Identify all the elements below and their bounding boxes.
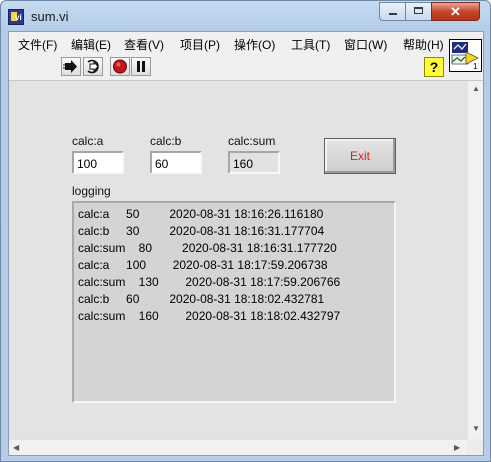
vi-connector-icon[interactable]: 1 xyxy=(449,39,482,72)
pause-button[interactable] xyxy=(131,57,151,76)
menu-file[interactable]: 文件(F) xyxy=(18,36,57,53)
scroll-up-icon[interactable]: ▲ xyxy=(472,85,480,93)
maximize-icon xyxy=(414,7,423,14)
menu-bar: 文件(F) 编辑(E) 查看(V) 项目(P) 操作(O) 工具(T) 窗口(W… xyxy=(9,32,483,54)
calc-sum-indicator: 160 xyxy=(228,151,280,174)
calc-sum-label: calc:sum xyxy=(228,134,276,148)
scrollbar-corner xyxy=(467,439,483,455)
abort-button[interactable] xyxy=(110,57,130,76)
pause-icon xyxy=(137,61,145,72)
vi-icon-graphic: 1 xyxy=(451,41,480,71)
scroll-right-icon[interactable]: ▶ xyxy=(454,444,460,452)
menu-view[interactable]: 查看(V) xyxy=(124,36,164,53)
labview-window: sum.vi ✕ 文件(F) 编辑(E) 查看(V) 项目(P) 操作(O) 工… xyxy=(0,0,491,462)
run-continuously-icon xyxy=(87,59,99,74)
log-line: calc:sum 130 2020-08-31 18:17:59.206766 xyxy=(78,275,341,289)
log-line: calc:sum 80 2020-08-31 18:16:31.177720 xyxy=(78,241,337,255)
menu-tools[interactable]: 工具(T) xyxy=(291,36,330,53)
minimize-button[interactable] xyxy=(379,2,406,21)
menu-window[interactable]: 窗口(W) xyxy=(344,36,387,53)
run-continuously-button[interactable] xyxy=(83,57,103,76)
vertical-scrollbar[interactable]: ▲ ▼ xyxy=(467,81,483,439)
labview-vi-icon xyxy=(8,9,24,25)
close-icon: ✕ xyxy=(450,4,461,19)
log-line: calc:a 50 2020-08-31 18:16:26.116180 xyxy=(78,207,324,221)
menu-operate[interactable]: 操作(O) xyxy=(234,36,275,53)
run-arrow-icon xyxy=(63,60,77,73)
run-button[interactable] xyxy=(61,57,81,76)
log-line: calc:a 100 2020-08-31 18:17:59.206738 xyxy=(78,258,328,272)
scroll-down-icon[interactable]: ▼ xyxy=(472,425,480,433)
front-panel-window: 文件(F) 编辑(E) 查看(V) 项目(P) 操作(O) 工具(T) 窗口(W… xyxy=(8,31,484,456)
vi-icon-number: 1 xyxy=(473,62,478,71)
calc-a-input[interactable]: 100 xyxy=(72,151,124,174)
scroll-left-icon[interactable]: ◀ xyxy=(13,444,19,452)
calc-b-input[interactable]: 60 xyxy=(150,151,202,174)
horizontal-scrollbar[interactable]: ◀ ▶ xyxy=(9,439,467,455)
title-bar[interactable]: sum.vi ✕ xyxy=(1,1,490,31)
menu-edit[interactable]: 编辑(E) xyxy=(71,36,111,53)
window-title: sum.vi xyxy=(31,9,69,24)
menu-help[interactable]: 帮助(H) xyxy=(403,36,444,53)
abort-icon xyxy=(113,59,127,74)
log-line: calc:b 60 2020-08-31 18:18:02.432781 xyxy=(78,292,325,306)
toolbar: ? xyxy=(9,54,483,81)
calc-a-label: calc:a xyxy=(72,134,104,148)
calc-b-label: calc:b xyxy=(150,134,182,148)
menu-project[interactable]: 项目(P) xyxy=(180,36,220,53)
log-line: calc:b 30 2020-08-31 18:16:31.177704 xyxy=(78,224,325,238)
front-panel: calc:a 100 calc:b 60 calc:sum 160 Exit l… xyxy=(9,81,467,439)
context-help-button[interactable]: ? xyxy=(424,57,444,77)
logging-string-indicator[interactable]: calc:a 50 2020-08-31 18:16:26.116180 cal… xyxy=(72,201,396,403)
log-line: calc:sum 160 2020-08-31 18:18:02.432797 xyxy=(78,309,341,323)
maximize-button[interactable] xyxy=(405,2,432,21)
exit-button[interactable]: Exit xyxy=(324,138,396,174)
logging-label: logging xyxy=(72,184,111,198)
minimize-icon xyxy=(389,13,397,15)
close-button[interactable]: ✕ xyxy=(431,2,480,21)
